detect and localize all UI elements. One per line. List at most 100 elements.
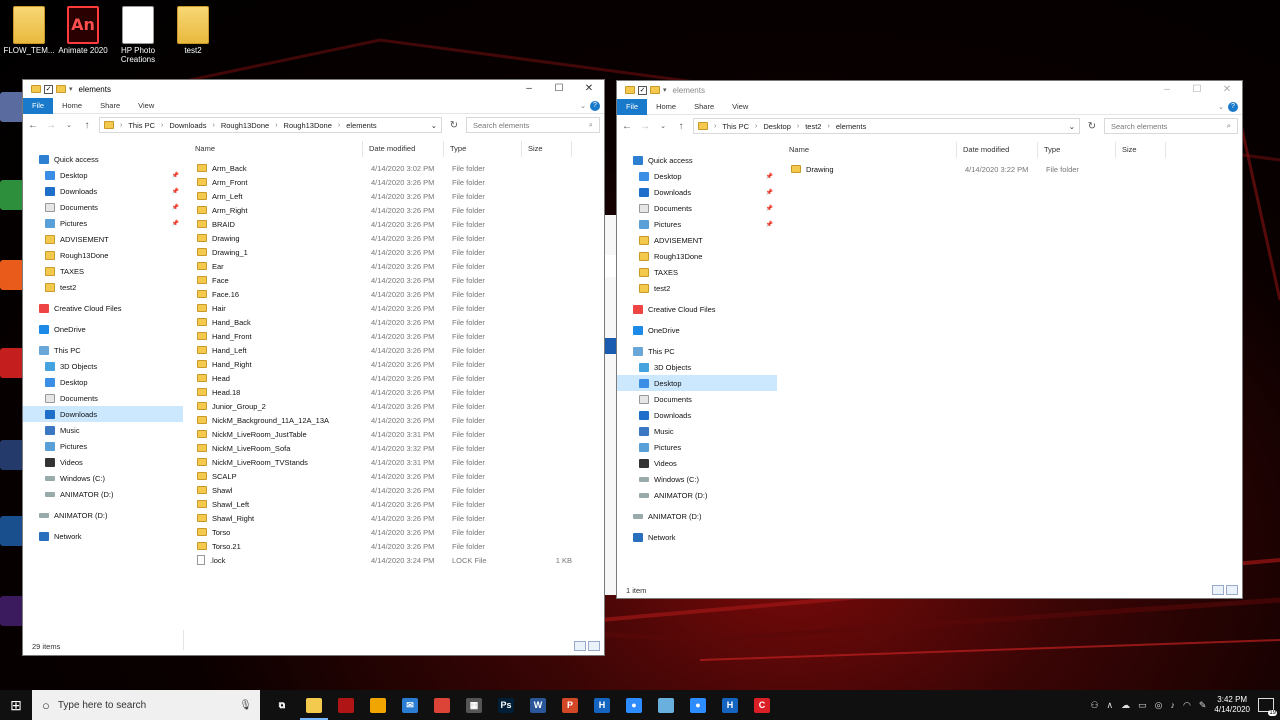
breadcrumb-item[interactable]: Rough13Done — [284, 121, 332, 130]
address-dropdown-icon[interactable]: ⌄ — [1069, 122, 1075, 131]
nav-item-desktop[interactable]: Desktop — [617, 375, 777, 391]
search-input[interactable]: Search elements ⌕ — [1104, 118, 1238, 134]
nav-item-downloads[interactable]: Downloads 📌 — [23, 183, 183, 199]
file-row[interactable]: Arm_Left 4/14/2020 3:26 PM File folder — [197, 189, 604, 203]
customize-toolbar-icon[interactable]: ▾ — [69, 85, 73, 93]
nav-item-pictures[interactable]: Pictures — [617, 439, 777, 455]
breadcrumb-separator-icon[interactable]: › — [714, 123, 716, 130]
nav-item-rough13done[interactable]: Rough13Done — [23, 247, 183, 263]
forward-icon[interactable]: → — [45, 120, 57, 131]
taskbar-search-input[interactable]: ○ Type here to search 🎙 — [32, 690, 260, 720]
back-icon[interactable]: ← — [27, 120, 39, 131]
expand-ribbon-icon[interactable]: ⌄ — [1218, 103, 1224, 111]
nav-item-music[interactable]: Music — [23, 422, 183, 438]
file-row[interactable]: NickM_LiveRoom_TVStands 4/14/2020 3:31 PM… — [197, 455, 604, 469]
desktop-icon-0[interactable]: FLOW_TEM... — [0, 6, 58, 55]
app-shortcut-icon[interactable] — [0, 260, 24, 290]
breadcrumb-separator-icon[interactable]: › — [827, 123, 829, 130]
tab-share[interactable]: Share — [685, 99, 723, 115]
address-dropdown-icon[interactable]: ⌄ — [431, 121, 437, 130]
details-view-icon[interactable] — [1212, 585, 1224, 595]
file-row[interactable]: Hair 4/14/2020 3:26 PM File folder — [197, 301, 604, 315]
nav-item-videos[interactable]: Videos — [23, 454, 183, 470]
nav-item-downloads[interactable]: Downloads 📌 — [617, 184, 777, 200]
nav-item-desktop[interactable]: Desktop 📌 — [23, 167, 183, 183]
network-tray-icon[interactable]: ◎ — [1155, 700, 1163, 711]
file-row[interactable]: Face 4/14/2020 3:26 PM File folder — [197, 273, 604, 287]
nav-item-videos[interactable]: Videos — [617, 455, 777, 471]
people-icon[interactable]: ⚇ — [1090, 700, 1098, 711]
desktop-icon-2[interactable]: HP Photo Creations — [109, 6, 167, 64]
wifi-icon[interactable]: ◠ — [1183, 700, 1191, 711]
file-row[interactable]: Head 4/14/2020 3:26 PM File folder — [197, 371, 604, 385]
taskbar-powerpoint-icon[interactable]: P — [554, 690, 586, 720]
nav-item-this-pc[interactable]: This PC — [23, 342, 183, 358]
nav-item-desktop[interactable]: Desktop 📌 — [617, 168, 777, 184]
clock[interactable]: 3:42 PM 4/14/2020 — [1214, 695, 1250, 715]
nav-item-desktop[interactable]: Desktop — [23, 374, 183, 390]
maximize-button[interactable]: ☐ — [1182, 81, 1212, 99]
taskbar-harmony-icon[interactable]: H — [586, 690, 618, 720]
file-row[interactable]: Junior_Group_2 4/14/2020 3:26 PM File fold… — [197, 399, 604, 413]
taskbar-photoshop-icon[interactable]: Ps — [490, 690, 522, 720]
breadcrumb-item[interactable]: elements — [836, 122, 866, 131]
chrome-shortcut-icon[interactable] — [0, 180, 24, 210]
nav-item-animator-d-[interactable]: ANIMATOR (D:) — [23, 486, 183, 502]
breadcrumb-separator-icon[interactable]: › — [755, 123, 757, 130]
breadcrumb-item[interactable]: test2 — [805, 122, 821, 131]
nav-item-downloads[interactable]: Downloads — [23, 406, 183, 422]
taskbar-red-app-icon[interactable] — [330, 690, 362, 720]
nav-item-network[interactable]: Network — [617, 529, 777, 545]
taskbar-harmony-icon-2[interactable]: H — [714, 690, 746, 720]
file-row[interactable]: Ear 4/14/2020 3:26 PM File folder — [197, 259, 604, 273]
details-view-icon[interactable] — [574, 641, 586, 651]
nav-item-pictures[interactable]: Pictures 📌 — [617, 216, 777, 232]
column-header-date[interactable]: Date modified — [363, 141, 444, 157]
nav-item-this-pc[interactable]: This PC — [617, 343, 777, 359]
nav-item-downloads[interactable]: Downloads — [617, 407, 777, 423]
column-header-type[interactable]: Type — [1038, 142, 1116, 158]
nav-item-taxes[interactable]: TAXES — [617, 264, 777, 280]
file-row[interactable]: Drawing 4/14/2020 3:26 PM File folder — [197, 231, 604, 245]
taskbar-store-icon[interactable] — [362, 690, 394, 720]
file-row[interactable]: Torso.21 4/14/2020 3:26 PM File folder — [197, 539, 604, 553]
nav-item-documents[interactable]: Documents — [23, 390, 183, 406]
large-icons-view-icon[interactable] — [588, 641, 600, 651]
file-row[interactable]: Drawing_1 4/14/2020 3:26 PM File folder — [197, 245, 604, 259]
breadcrumb-item[interactable]: This PC — [722, 122, 749, 131]
column-header-date[interactable]: Date modified — [957, 142, 1038, 158]
nav-item-test2[interactable]: test2 — [23, 279, 183, 295]
file-row[interactable]: Hand_Left 4/14/2020 3:26 PM File folder — [197, 343, 604, 357]
tab-home[interactable]: Home — [647, 99, 685, 115]
tab-share[interactable]: Share — [91, 98, 129, 114]
nav-item-animator-d-[interactable]: ANIMATOR (D:) — [23, 507, 183, 523]
windows-start-icon[interactable]: ⊞ — [0, 690, 32, 720]
taskbar-mail-icon[interactable]: ✉ — [394, 690, 426, 720]
file-explorer-window-left[interactable]: ✓ ▾ elements – ☐ ✕ File Home Share View … — [22, 79, 605, 656]
file-row[interactable]: NickM_LiveRoom_JustTable 4/14/2020 3:31 P… — [197, 427, 604, 441]
breadcrumb-separator-icon[interactable]: › — [161, 122, 163, 129]
show-hidden-icons-icon[interactable]: ∧ — [1107, 700, 1114, 711]
tab-view[interactable]: View — [129, 98, 163, 114]
volume-icon[interactable]: ♪ — [1171, 700, 1176, 710]
new-folder-icon[interactable] — [56, 85, 66, 93]
customize-toolbar-icon[interactable]: ▾ — [663, 86, 667, 94]
taskbar-chrome-icon[interactable] — [426, 690, 458, 720]
expand-ribbon-icon[interactable]: ⌄ — [580, 102, 586, 110]
nav-item-test2[interactable]: test2 — [617, 280, 777, 296]
battery-icon[interactable]: ▭ — [1138, 700, 1147, 711]
nav-item-onedrive[interactable]: OneDrive — [617, 322, 777, 338]
taskbar-storyboard-icon[interactable] — [650, 690, 682, 720]
file-explorer-window-right[interactable]: ✓ ▾ elements – ☐ ✕ File Home Share View … — [616, 80, 1243, 599]
nav-item-advisement[interactable]: ADVISEMENT — [23, 231, 183, 247]
new-folder-icon[interactable] — [650, 86, 660, 94]
nav-item-windows-c-[interactable]: Windows (C:) — [617, 471, 777, 487]
file-row[interactable]: SCALP 4/14/2020 3:26 PM File folder — [197, 469, 604, 483]
tab-home[interactable]: Home — [53, 98, 91, 114]
file-row[interactable]: Arm_Back 4/14/2020 3:02 PM File folder — [197, 161, 604, 175]
breadcrumb-separator-icon[interactable]: › — [797, 123, 799, 130]
column-header-name[interactable]: Name — [189, 141, 363, 157]
breadcrumb-separator-icon[interactable]: › — [120, 122, 122, 129]
nav-item-quick-access[interactable]: Quick access — [23, 151, 183, 167]
nav-item-advisement[interactable]: ADVISEMENT — [617, 232, 777, 248]
